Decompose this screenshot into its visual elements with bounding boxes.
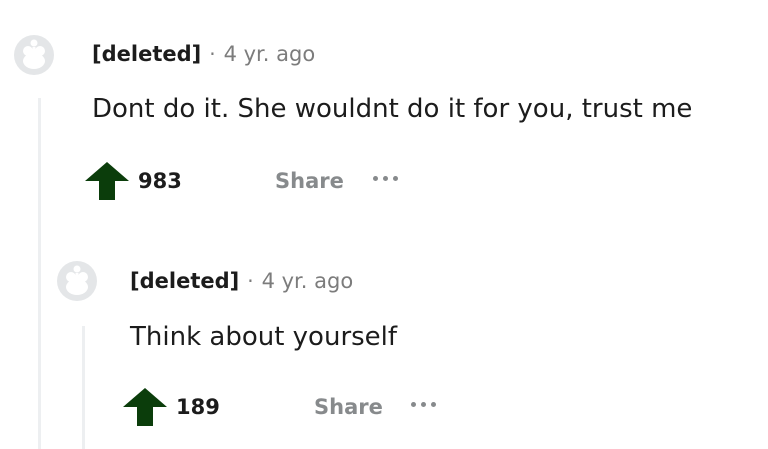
- vote-row: 189: [122, 387, 220, 427]
- more-options-icon[interactable]: [373, 176, 398, 182]
- meta-separator: ·: [209, 42, 216, 66]
- share-button[interactable]: Share: [275, 169, 344, 193]
- comment-meta: [deleted] · 4 yr. ago: [92, 42, 315, 66]
- more-dot: [411, 402, 416, 407]
- upvote-icon[interactable]: [84, 161, 130, 201]
- more-options-icon[interactable]: [411, 402, 436, 408]
- thread-line-root[interactable]: [38, 98, 41, 449]
- avatar-icon[interactable]: [13, 34, 55, 76]
- more-dot: [421, 402, 426, 407]
- vote-score: 983: [138, 169, 182, 193]
- author-name[interactable]: [deleted]: [92, 42, 201, 66]
- more-dot: [373, 176, 378, 181]
- more-dot: [431, 402, 436, 407]
- comment-body: Think about yourself: [130, 322, 398, 352]
- comment-thread: [deleted] · 4 yr. ago Dont do it. She wo…: [0, 0, 768, 449]
- avatar-icon[interactable]: [56, 260, 98, 302]
- vote-score: 189: [176, 395, 220, 419]
- timestamp[interactable]: 4 yr. ago: [224, 42, 316, 66]
- comment-body: Dont do it. She wouldnt do it for you, t…: [92, 94, 693, 124]
- timestamp[interactable]: 4 yr. ago: [262, 269, 354, 293]
- more-dot: [383, 176, 388, 181]
- comment-meta: [deleted] · 4 yr. ago: [130, 269, 353, 293]
- upvote-icon[interactable]: [122, 387, 168, 427]
- share-button[interactable]: Share: [314, 395, 383, 419]
- author-name[interactable]: [deleted]: [130, 269, 239, 293]
- meta-separator: ·: [247, 269, 254, 293]
- more-dot: [393, 176, 398, 181]
- vote-row: 983: [84, 161, 182, 201]
- thread-line-reply[interactable]: [82, 326, 85, 449]
